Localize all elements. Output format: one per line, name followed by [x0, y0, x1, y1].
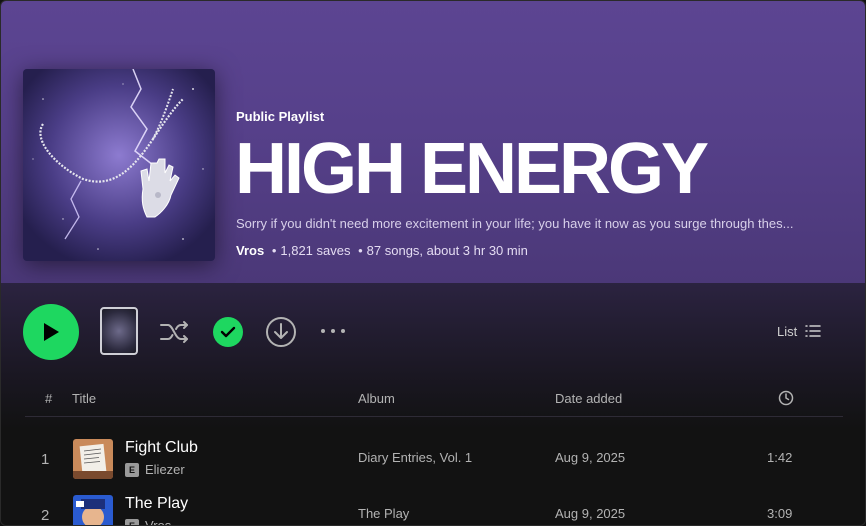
- download-button[interactable]: [265, 316, 297, 348]
- track-duration: 1:42: [767, 450, 793, 465]
- track-album[interactable]: The Play: [358, 506, 409, 521]
- tracklist-header: # Title Album Date added: [25, 383, 843, 417]
- track-artist[interactable]: Vros: [145, 518, 171, 525]
- download-icon: [266, 317, 296, 347]
- check-icon: [220, 326, 236, 338]
- playlist-type-label: Public Playlist: [236, 109, 325, 124]
- track-album-art: [73, 495, 113, 525]
- column-album[interactable]: Album: [358, 391, 395, 406]
- track-title[interactable]: Fight Club: [125, 439, 198, 457]
- play-icon: [44, 323, 59, 341]
- column-date-added[interactable]: Date added: [555, 391, 622, 406]
- saved-to-library-button[interactable]: [213, 317, 243, 347]
- app-window: Public Playlist HIGH ENERGY Sorry if you…: [0, 0, 866, 526]
- clock-icon: [778, 390, 794, 406]
- shuffle-icon: [160, 321, 188, 343]
- column-duration[interactable]: [778, 390, 794, 409]
- track-duration: 3:09: [767, 506, 793, 521]
- shuffle-button[interactable]: [159, 318, 191, 346]
- preview-thumbnail[interactable]: [100, 307, 138, 355]
- track-date-added: Aug 9, 2025: [555, 450, 626, 465]
- meta-separator: •: [358, 243, 363, 258]
- track-row[interactable]: 2 The Play E Vros The Play Aug 9, 2025 3…: [25, 487, 843, 525]
- track-date-added: Aug 9, 2025: [555, 506, 626, 521]
- playlist-cover-image[interactable]: [23, 69, 215, 261]
- list-icon: [805, 325, 821, 337]
- playlist-meta: Vros • 1,821 saves • 87 songs, about 3 hr …: [236, 243, 528, 258]
- more-icon: [321, 329, 345, 333]
- play-button[interactable]: [23, 304, 79, 360]
- track-artist[interactable]: Eliezer: [145, 462, 185, 477]
- track-number: 1: [41, 451, 50, 468]
- action-bar: List: [1, 283, 865, 379]
- track-artist-line: E Vros: [125, 518, 171, 525]
- track-artist-line: E Eliezer: [125, 462, 185, 477]
- playlist-owner-link[interactable]: Vros: [236, 243, 264, 258]
- playlist-description: Sorry if you didn't need more excitement…: [236, 216, 794, 231]
- track-row[interactable]: 1 Fight Club E Eliezer Diary Entries, Vo…: [25, 431, 843, 487]
- explicit-badge: E: [125, 518, 139, 525]
- playlist-song-count: 87 songs, about 3 hr 30 min: [366, 243, 528, 258]
- track-album[interactable]: Diary Entries, Vol. 1: [358, 450, 472, 465]
- playlist-header: Public Playlist HIGH ENERGY Sorry if you…: [1, 1, 865, 283]
- track-number: 2: [41, 507, 50, 524]
- playlist-saves: 1,821 saves: [280, 243, 351, 258]
- track-album-art: [73, 439, 113, 479]
- track-title[interactable]: The Play: [125, 495, 188, 513]
- column-title[interactable]: Title: [72, 391, 96, 406]
- view-mode-label: List: [777, 323, 798, 339]
- explicit-badge: E: [125, 462, 139, 477]
- playlist-title: HIGH ENERGY: [235, 129, 709, 209]
- more-options-button[interactable]: [319, 321, 349, 341]
- column-number: #: [45, 391, 53, 406]
- meta-separator: •: [271, 243, 277, 258]
- view-mode-toggle[interactable]: List: [777, 321, 821, 341]
